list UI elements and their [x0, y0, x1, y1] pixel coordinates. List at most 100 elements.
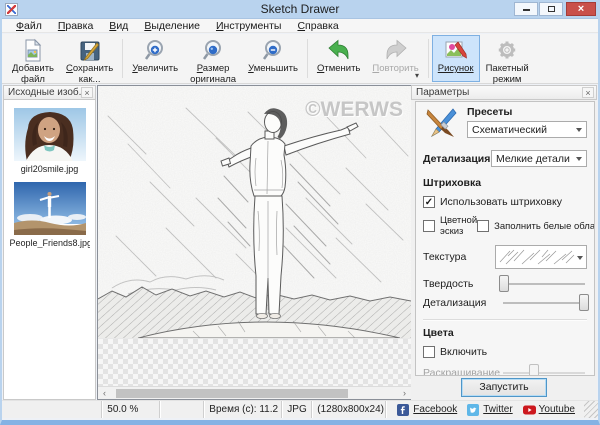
menu-tools[interactable]: Инструменты [208, 20, 289, 32]
toolbar-overflow-icon[interactable]: ▾ [415, 71, 419, 80]
slider-thumb [528, 364, 539, 375]
preset-select[interactable]: Схематический [467, 121, 587, 138]
texture-select[interactable] [495, 245, 587, 269]
drawing-icon [442, 38, 469, 64]
thumbnail-image-girl [13, 108, 86, 161]
parameters-header: Параметры × [411, 85, 597, 100]
toolbar-separator [427, 39, 429, 78]
pencil-brush-icon [423, 106, 459, 143]
zoom-in-icon [142, 38, 169, 64]
texture-preview [499, 249, 575, 265]
run-button[interactable]: Запустить [461, 378, 547, 397]
toolbar-separator [122, 39, 124, 78]
gear-icon [494, 38, 521, 64]
zoom-out-icon [260, 38, 287, 64]
drawing-button[interactable]: Рисунок [431, 35, 480, 82]
hardness-label: Твердость [423, 277, 474, 290]
redo-icon [382, 38, 409, 64]
status-time: Время (с): 11.2 [203, 401, 281, 418]
maximize-button[interactable] [539, 2, 563, 16]
watermark: ©WERWS [305, 98, 403, 121]
hardness-slider[interactable] [499, 275, 587, 292]
undo-button[interactable]: Отменить [311, 35, 366, 82]
close-panel-icon[interactable]: × [81, 87, 93, 98]
add-file-icon [20, 38, 47, 64]
detailization-slider[interactable] [501, 294, 589, 311]
checkbox-icon[interactable]: ✓ [423, 196, 435, 208]
colors-section-title: Цвета [423, 327, 454, 339]
menu-file[interactable]: Файл [8, 20, 50, 32]
menubar: Файл Правка Вид Выделение Инструменты Сп… [2, 19, 598, 33]
main-area: Исходные изоб... × girl20smile.jpg Peopl… [2, 85, 598, 400]
colorize-slider [501, 364, 587, 375]
hatching-section-title: Штриховка [423, 177, 482, 189]
thumbnail-girl20smile[interactable]: girl20smile.jpg [10, 108, 90, 174]
scrollbar-thumb[interactable] [116, 389, 348, 398]
slider-thumb[interactable] [578, 294, 589, 311]
minimize-button[interactable] [514, 2, 538, 16]
fill-white-checkbox[interactable]: Заполнить белые области [477, 220, 594, 232]
color-sketch-checkbox[interactable]: Цветной эскиз [423, 215, 477, 237]
use-hatching-checkbox[interactable]: ✓ Использовать штриховку [423, 196, 587, 208]
thumbnail-filename: People_Friends8.jpg [9, 238, 90, 248]
statusbar: 50.0 % Время (с): 11.2 JPG (1280x800x24)… [2, 400, 598, 418]
menu-view[interactable]: Вид [101, 20, 136, 32]
transparency-checkerboard [98, 338, 411, 386]
detailization-label: Детализация [423, 296, 487, 309]
youtube-link[interactable]: Youtube [539, 404, 575, 415]
facebook-link[interactable]: Facebook [413, 404, 457, 415]
source-images-title: Исходные изоб... [8, 87, 87, 98]
parameters-title: Параметры [416, 87, 470, 98]
checkbox-icon[interactable] [477, 220, 490, 232]
youtube-icon [522, 404, 536, 416]
resize-grip[interactable] [584, 401, 598, 418]
add-file-button[interactable]: Добавить файл [6, 35, 60, 84]
original-size-button[interactable]: Размер оригинала [184, 35, 242, 84]
sketch-preview[interactable]: ©WERWS ©WERWS [98, 86, 411, 338]
thumbnail-people-friends[interactable]: People_Friends8.jpg [10, 182, 90, 248]
checkbox-icon[interactable] [423, 346, 435, 358]
chevron-down-icon [576, 128, 582, 132]
original-size-icon [200, 38, 227, 64]
batch-mode-button[interactable]: Пакетный режим [480, 35, 535, 84]
enable-colors-checkbox[interactable]: Включить [423, 346, 587, 358]
section-divider [423, 319, 587, 321]
detail-label: Детализация [423, 152, 491, 165]
checkbox-icon[interactable] [423, 220, 435, 232]
menu-edit[interactable]: Правка [50, 20, 101, 32]
canvas-area: ©WERWS ©WERWS ‹ › [97, 85, 412, 400]
toolbar: Добавить файл Сохранить как... Увеличить… [2, 34, 598, 84]
zoom-out-button[interactable]: Уменьшить [242, 35, 304, 82]
save-as-button[interactable]: Сохранить как... [60, 35, 119, 84]
twitter-icon [467, 403, 480, 416]
twitter-link[interactable]: Twitter [483, 404, 512, 415]
thumbnail-filename: girl20smile.jpg [20, 164, 79, 174]
source-images-panel: Исходные изоб... × girl20smile.jpg Peopl… [3, 85, 96, 400]
scroll-right-icon[interactable]: › [398, 387, 411, 399]
parameters-box: Пресеты Схематический Детализация Мелкие… [415, 101, 595, 376]
parameters-panel: Параметры × Пресеты Схематический Детали… [411, 85, 597, 400]
source-images-header: Исходные изоб... × [3, 85, 96, 100]
status-dimensions: (1280x800x24) [311, 401, 385, 418]
chevron-down-icon [577, 256, 583, 260]
app-window: Sketch Drawer × Файл Правка Вид Выделени… [0, 0, 600, 425]
close-panel-icon[interactable]: × [582, 87, 594, 98]
menu-help[interactable]: Справка [289, 20, 346, 32]
undo-icon [325, 38, 352, 64]
toolbar-separator [306, 39, 308, 78]
titlebar: Sketch Drawer × [2, 0, 598, 19]
colorize-label: Раскрашивание [423, 366, 501, 376]
status-format: JPG [281, 401, 311, 418]
zoom-in-button[interactable]: Увеличить [126, 35, 184, 82]
detail-select[interactable]: Мелкие детали [491, 150, 587, 167]
save-as-icon [76, 38, 103, 64]
chevron-down-icon [576, 157, 582, 161]
status-empty-cell [159, 401, 203, 418]
facebook-icon [397, 403, 410, 416]
close-button[interactable]: × [566, 2, 596, 16]
slider-thumb[interactable] [499, 275, 510, 292]
status-zoom: 50.0 % [101, 401, 159, 418]
scroll-left-icon[interactable]: ‹ [98, 387, 111, 399]
horizontal-scrollbar[interactable]: ‹ › [98, 386, 411, 399]
menu-selection[interactable]: Выделение [136, 20, 208, 32]
